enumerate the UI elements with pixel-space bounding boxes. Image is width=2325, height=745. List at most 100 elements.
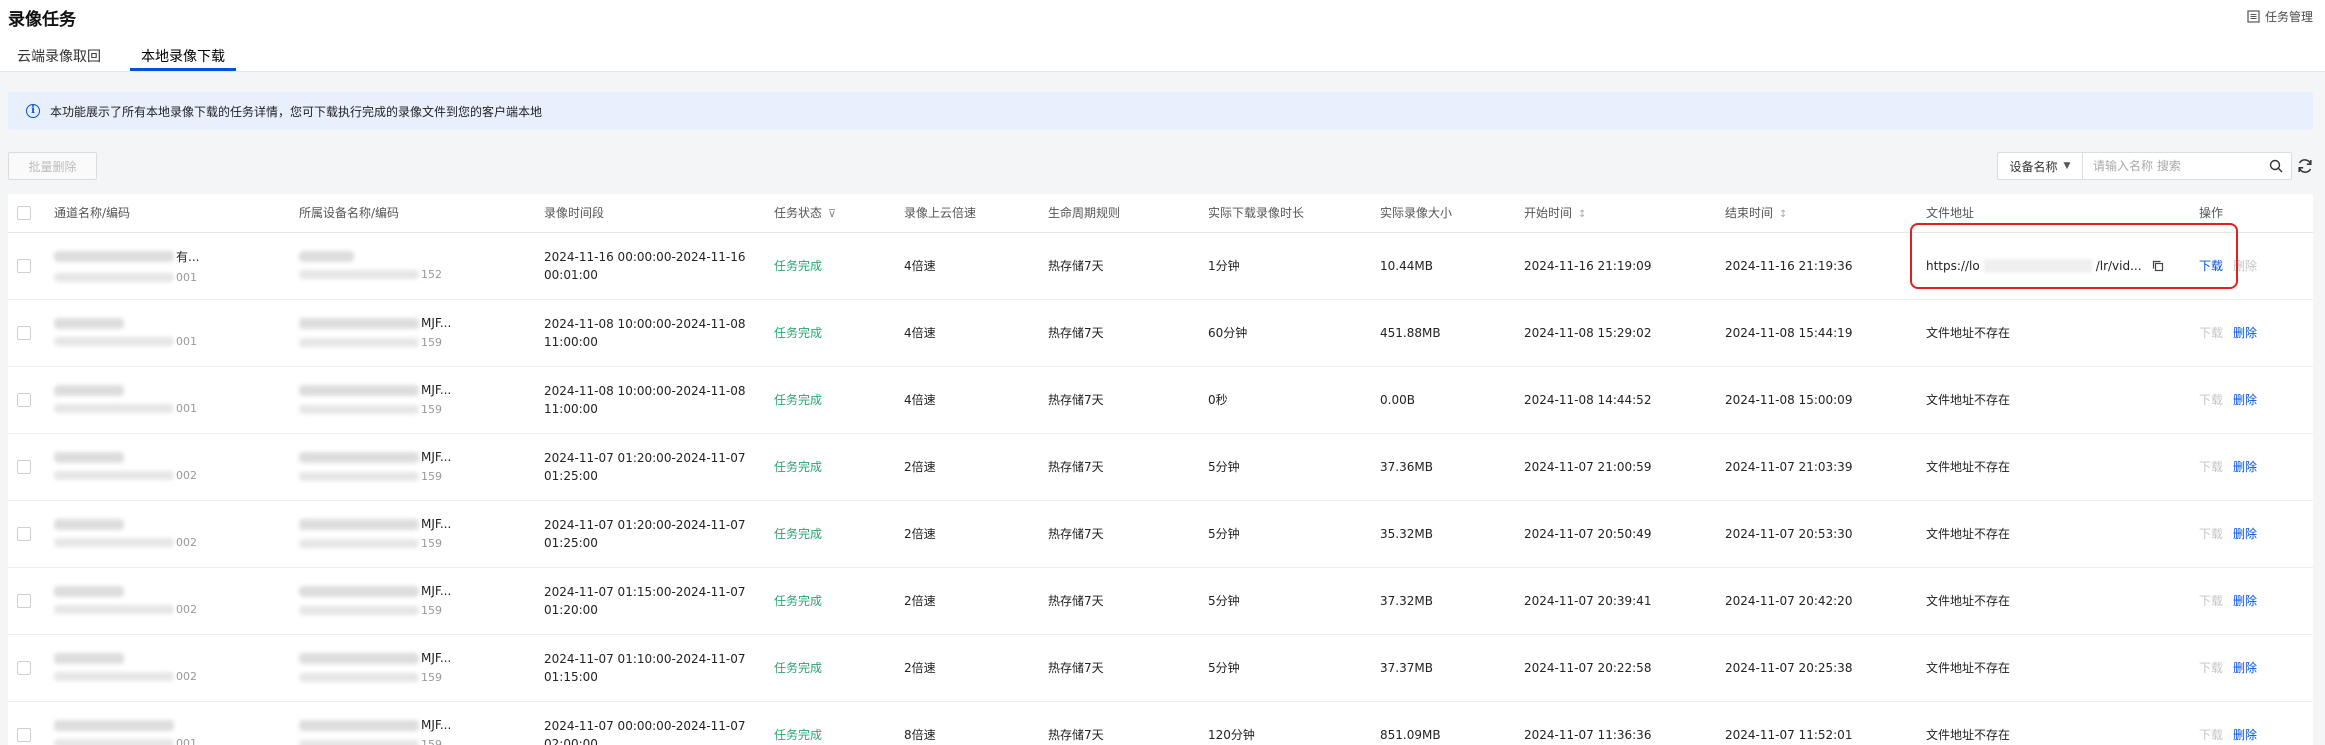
start-time-cell: 2024-11-07 20:50:49: [1524, 500, 1725, 568]
column-end[interactable]: 结束时间 ↕: [1725, 194, 1926, 233]
start-time-cell: 2024-11-08 14:44:52: [1524, 366, 1725, 434]
device-name: MJF...: [421, 316, 452, 330]
row-checkbox[interactable]: [17, 325, 31, 340]
download-link[interactable]: 下载: [2199, 257, 2223, 274]
tab-cloud-retrieve[interactable]: 云端录像取回: [17, 46, 101, 66]
column-channel: 通道名称/编码: [54, 194, 299, 233]
status-badge: 任务完成: [774, 701, 904, 745]
download-link: 下载: [2199, 326, 2224, 340]
task-table: 通道名称/编码 所属设备名称/编码 录像时间段 任务状态 ⊽ 录像上云倍速 生命周…: [8, 194, 2313, 745]
delete-link: 删除: [2233, 259, 2258, 273]
column-ops: 操作: [2199, 194, 2313, 233]
size-cell: 0.00B: [1380, 366, 1524, 434]
delete-link[interactable]: 删除: [2233, 391, 2257, 408]
delete-link[interactable]: 删除: [2233, 726, 2257, 743]
file-url-masked: [1983, 258, 2092, 273]
column-start-label: 开始时间: [1524, 206, 1573, 221]
end-time-cell: 2024-11-07 20:53:30: [1725, 500, 1926, 568]
task-management-link[interactable]: 任务管理: [2247, 8, 2313, 25]
column-status[interactable]: 任务状态 ⊽: [774, 194, 904, 233]
row-checkbox[interactable]: [17, 593, 31, 608]
search-input[interactable]: [2083, 153, 2261, 179]
status-badge: 任务完成: [774, 366, 904, 434]
column-period: 录像时间段: [544, 194, 774, 233]
column-size: 实际录像大小: [1380, 194, 1524, 233]
channel-code-masked: [54, 272, 174, 282]
size-cell: 851.09MB: [1380, 701, 1524, 745]
row-checkbox[interactable]: [17, 258, 31, 273]
table-row: 002 MJF... 159 2024-11-07 01:15:00-2024-1…: [8, 567, 2313, 635]
delete-link[interactable]: 删除: [2233, 592, 2257, 609]
file-url[interactable]: https://lo/lr/vid...: [1926, 258, 2199, 273]
tab-local-download[interactable]: 本地录像下载: [141, 46, 225, 66]
device-name-masked: [299, 451, 419, 463]
channel-code: 001: [176, 270, 197, 284]
table-row: 002 MJF... 159 2024-11-07 01:10:00-2024-1…: [8, 634, 2313, 702]
lifecycle-cell: 热存储7天: [1048, 701, 1208, 745]
period-start: 2024-11-08 10:00:00-2024-11-08: [544, 383, 746, 398]
row-checkbox[interactable]: [17, 392, 31, 407]
device-code: 159: [421, 336, 442, 349]
period-end: 01:20:00: [544, 602, 598, 617]
table-row: 002 MJF... 159 2024-11-07 01:20:00-2024-1…: [8, 433, 2313, 501]
search-icon[interactable]: [2261, 153, 2291, 179]
size-cell: 37.37MB: [1380, 634, 1524, 702]
lifecycle-cell: 热存储7天: [1048, 500, 1208, 568]
end-time-cell: 2024-11-07 20:42:20: [1725, 567, 1926, 635]
select-all-checkbox[interactable]: [17, 205, 31, 220]
channel-name-masked: [54, 518, 124, 530]
row-checkbox[interactable]: [17, 727, 31, 742]
row-checkbox[interactable]: [17, 459, 31, 474]
channel-code-masked: [54, 738, 174, 745]
speed-cell: 4倍速: [904, 366, 1048, 434]
device-name: MJF...: [421, 450, 452, 464]
delete-link[interactable]: 删除: [2233, 659, 2257, 676]
file-url: 文件地址不存在: [1926, 366, 2199, 434]
delete-link[interactable]: 删除: [2233, 525, 2257, 542]
lifecycle-cell: 热存储7天: [1048, 299, 1208, 367]
copy-icon[interactable]: [2152, 260, 2164, 272]
refresh-icon[interactable]: [2296, 157, 2314, 175]
batch-delete-button[interactable]: 批量删除: [8, 152, 97, 180]
download-link: 下载: [2199, 460, 2224, 474]
device-name: MJF...: [421, 651, 452, 665]
delete-link[interactable]: 删除: [2233, 458, 2257, 475]
task-management-label: 任务管理: [2264, 10, 2313, 24]
task-list-icon: [2247, 10, 2260, 23]
search-field-select[interactable]: 设备名称 ▼: [1998, 153, 2083, 179]
device-code-masked: [299, 338, 419, 347]
info-icon: i: [26, 104, 40, 118]
download-link: 下载: [2199, 661, 2224, 675]
status-badge: 任务完成: [774, 634, 904, 702]
delete-link[interactable]: 删除: [2233, 324, 2257, 341]
column-start[interactable]: 开始时间 ↕: [1524, 194, 1725, 233]
sort-icon[interactable]: ↕: [1779, 209, 1787, 220]
channel-name: 有...: [176, 249, 200, 264]
speed-cell: 4倍速: [904, 299, 1048, 367]
column-url: 文件地址: [1926, 194, 2199, 233]
channel-name-masked: [54, 317, 124, 329]
device-name: MJF...: [421, 718, 452, 732]
channel-code-masked: [54, 470, 174, 480]
info-text: 本功能展示了所有本地录像下载的任务详情，您可下载执行完成的录像文件到您的客户端本…: [50, 104, 543, 119]
lifecycle-cell: 热存储7天: [1048, 567, 1208, 635]
size-cell: 37.36MB: [1380, 433, 1524, 501]
channel-name-masked: [54, 451, 124, 463]
device-name: MJF...: [421, 517, 452, 531]
row-checkbox[interactable]: [17, 526, 31, 541]
filter-icon[interactable]: ⊽: [828, 207, 836, 220]
channel-name-masked: [54, 652, 124, 664]
column-speed: 录像上云倍速: [904, 194, 1048, 233]
device-name-masked: [299, 719, 419, 731]
device-code: 159: [421, 671, 442, 684]
table-row: 001 MJF... 159 2024-11-08 10:00:00-2024-1…: [8, 366, 2313, 434]
duration-cell: 5分钟: [1208, 500, 1380, 568]
row-checkbox[interactable]: [17, 660, 31, 675]
channel-code: 002: [176, 602, 197, 616]
file-url: 文件地址不存在: [1926, 634, 2199, 702]
device-name-masked: [299, 652, 419, 664]
lifecycle-cell: 热存储7天: [1048, 366, 1208, 434]
period-end: 01:15:00: [544, 669, 598, 684]
sort-icon[interactable]: ↕: [1578, 209, 1586, 220]
end-time-cell: 2024-11-08 15:44:19: [1725, 299, 1926, 367]
